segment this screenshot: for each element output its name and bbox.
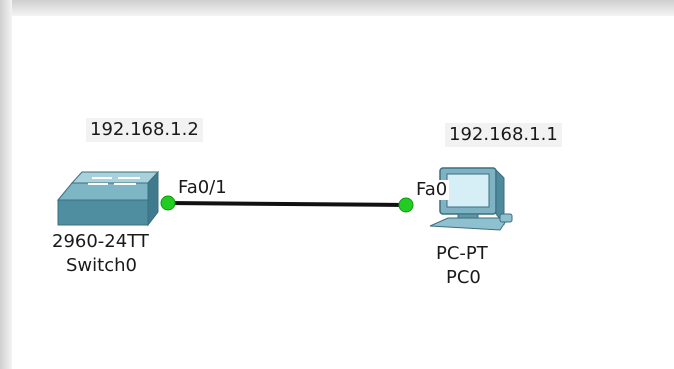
topology-drawing	[56, 167, 513, 231]
switch-ip-label: 192.168.1.2	[86, 118, 203, 142]
pc-model-label: PC-PT	[436, 243, 488, 264]
pc-port-status-light	[398, 197, 414, 213]
switch-model-label: 2960-24TT	[52, 231, 149, 252]
ethernet-cable[interactable]	[167, 201, 407, 207]
switch-port-label: Fa0/1	[176, 177, 229, 198]
switch-icon[interactable]	[56, 170, 160, 227]
switch-name-label: Switch0	[66, 255, 137, 276]
pc-port-label: Fa0	[414, 179, 450, 200]
switch-port-status-light	[160, 195, 176, 211]
pc-name-label: PC0	[446, 267, 481, 288]
pc-ip-label: 192.168.1.1	[445, 123, 562, 147]
